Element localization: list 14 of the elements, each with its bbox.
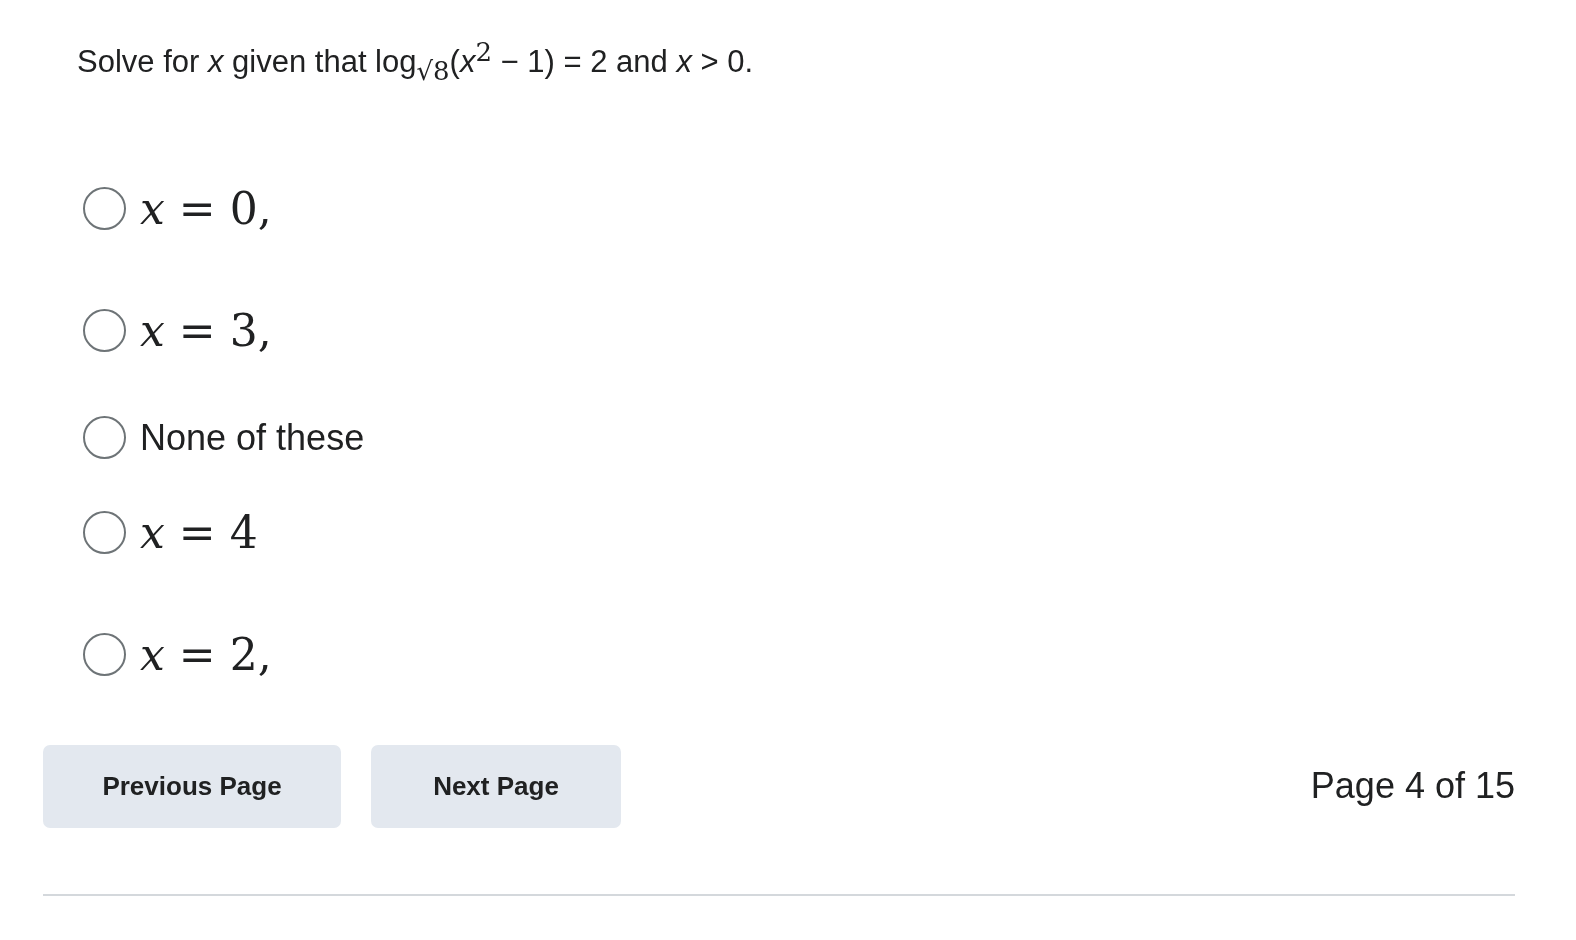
radio-button[interactable] xyxy=(83,511,126,554)
radio-button[interactable] xyxy=(83,187,126,230)
radio-button[interactable] xyxy=(83,309,126,352)
option-label: x = 2, xyxy=(140,629,272,680)
radio-button[interactable] xyxy=(83,633,126,676)
radio-button[interactable] xyxy=(83,416,126,459)
option-label: x = 4 xyxy=(140,507,258,558)
option-label: x = 3, xyxy=(140,305,272,356)
option-label: None of these xyxy=(140,416,365,459)
previous-page-button[interactable]: Previous Page xyxy=(43,744,341,828)
page-indicator: Page 4 of 15 xyxy=(1310,765,1515,807)
question-text: Solve for x given that log$_{√8}$(x$^{2}$ − 1) = 2 and x > 0. xyxy=(77,36,755,88)
next-page-button[interactable]: Next Page xyxy=(371,744,621,828)
option-label: x = 0, xyxy=(140,183,272,234)
